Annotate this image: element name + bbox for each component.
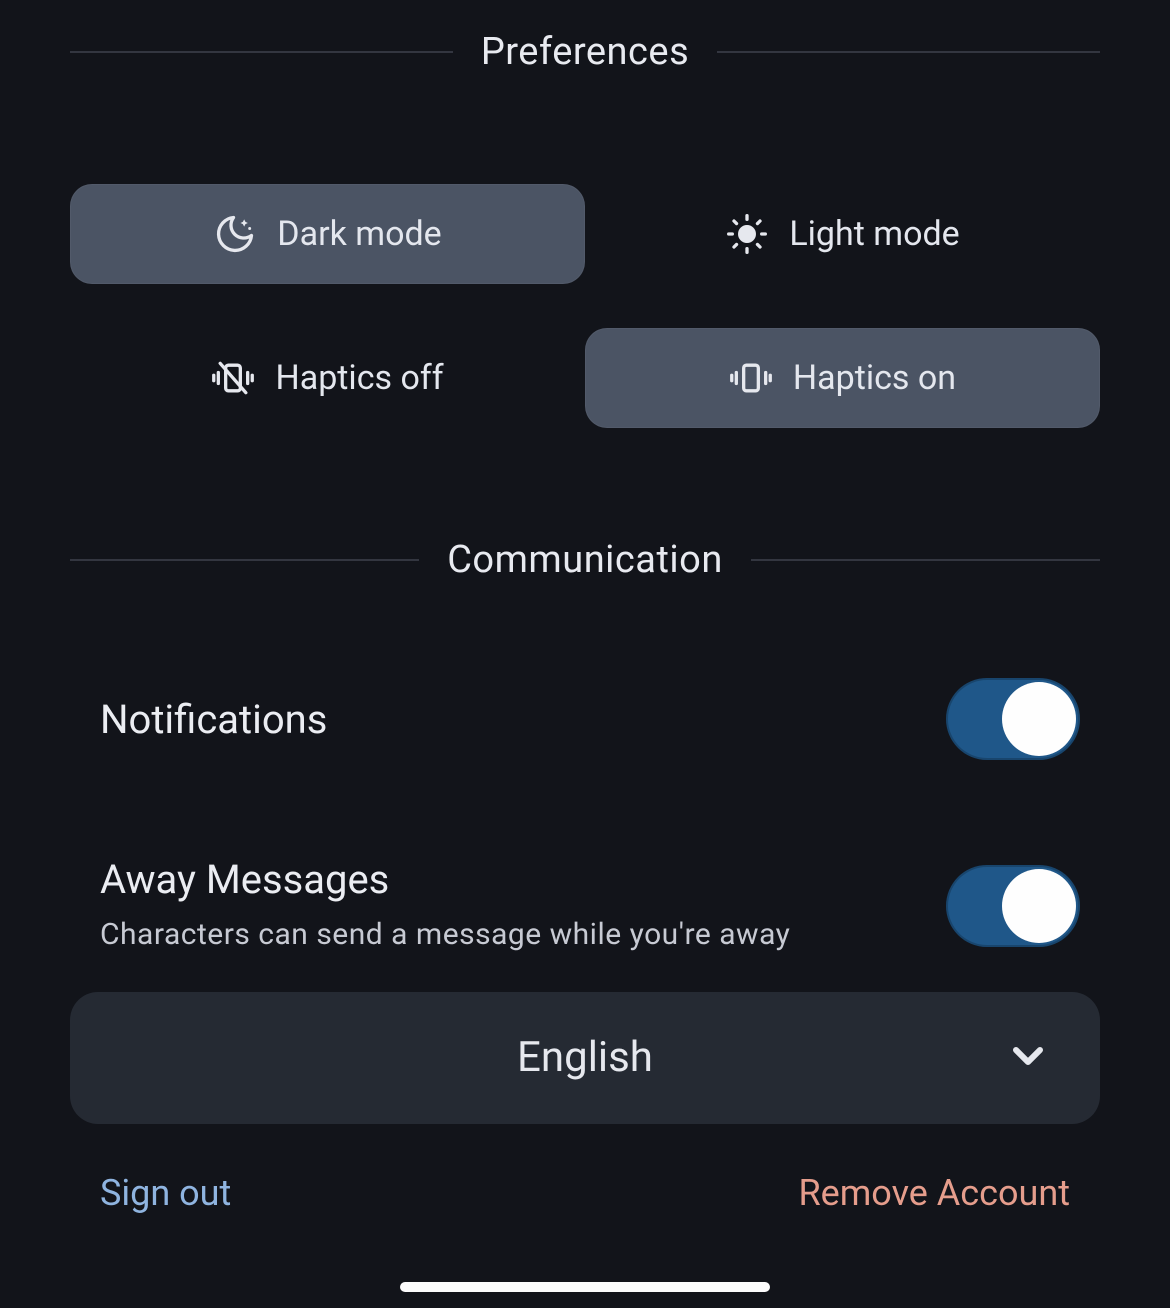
divider (751, 559, 1100, 561)
haptics-off-label: Haptics off (275, 358, 443, 398)
theme-toggle-group: Dark mode Light mode (70, 184, 1100, 284)
chevron-down-icon (1004, 1032, 1052, 1084)
notifications-switch[interactable] (946, 678, 1080, 760)
sign-out-link[interactable]: Sign out (100, 1172, 231, 1214)
away-messages-label: Away Messages (100, 856, 790, 903)
haptics-on-label: Haptics on (793, 358, 956, 398)
haptics-off-option[interactable]: Haptics off (70, 328, 585, 428)
notifications-row: Notifications (70, 678, 1100, 760)
light-mode-option[interactable]: Light mode (585, 184, 1100, 284)
moon-icon (213, 212, 257, 256)
account-actions: Sign out Remove Account (70, 1172, 1100, 1214)
section-header-preferences: Preferences (70, 30, 1100, 74)
dark-mode-option[interactable]: Dark mode (70, 184, 585, 284)
haptics-toggle-group: Haptics off Haptics on (70, 328, 1100, 428)
sun-icon (725, 212, 769, 256)
divider (717, 51, 1100, 53)
away-messages-switch[interactable] (946, 865, 1080, 947)
light-mode-label: Light mode (789, 214, 959, 254)
switch-knob (1002, 869, 1076, 943)
section-title-communication: Communication (447, 538, 723, 582)
language-dropdown[interactable]: English (70, 992, 1100, 1124)
remove-account-link[interactable]: Remove Account (798, 1172, 1070, 1214)
section-title-preferences: Preferences (481, 30, 689, 74)
switch-knob (1002, 682, 1076, 756)
vibrate-off-icon (211, 356, 255, 400)
section-header-communication: Communication (70, 538, 1100, 582)
language-selected: English (517, 1033, 653, 1082)
haptics-on-option[interactable]: Haptics on (585, 328, 1100, 428)
notifications-label: Notifications (100, 696, 327, 743)
vibrate-on-icon (729, 356, 773, 400)
away-messages-description: Characters can send a message while you'… (100, 915, 790, 956)
away-messages-row: Away Messages Characters can send a mess… (70, 856, 1100, 956)
dark-mode-label: Dark mode (277, 214, 441, 254)
divider (70, 559, 419, 561)
home-indicator[interactable] (400, 1282, 770, 1292)
divider (70, 51, 453, 53)
